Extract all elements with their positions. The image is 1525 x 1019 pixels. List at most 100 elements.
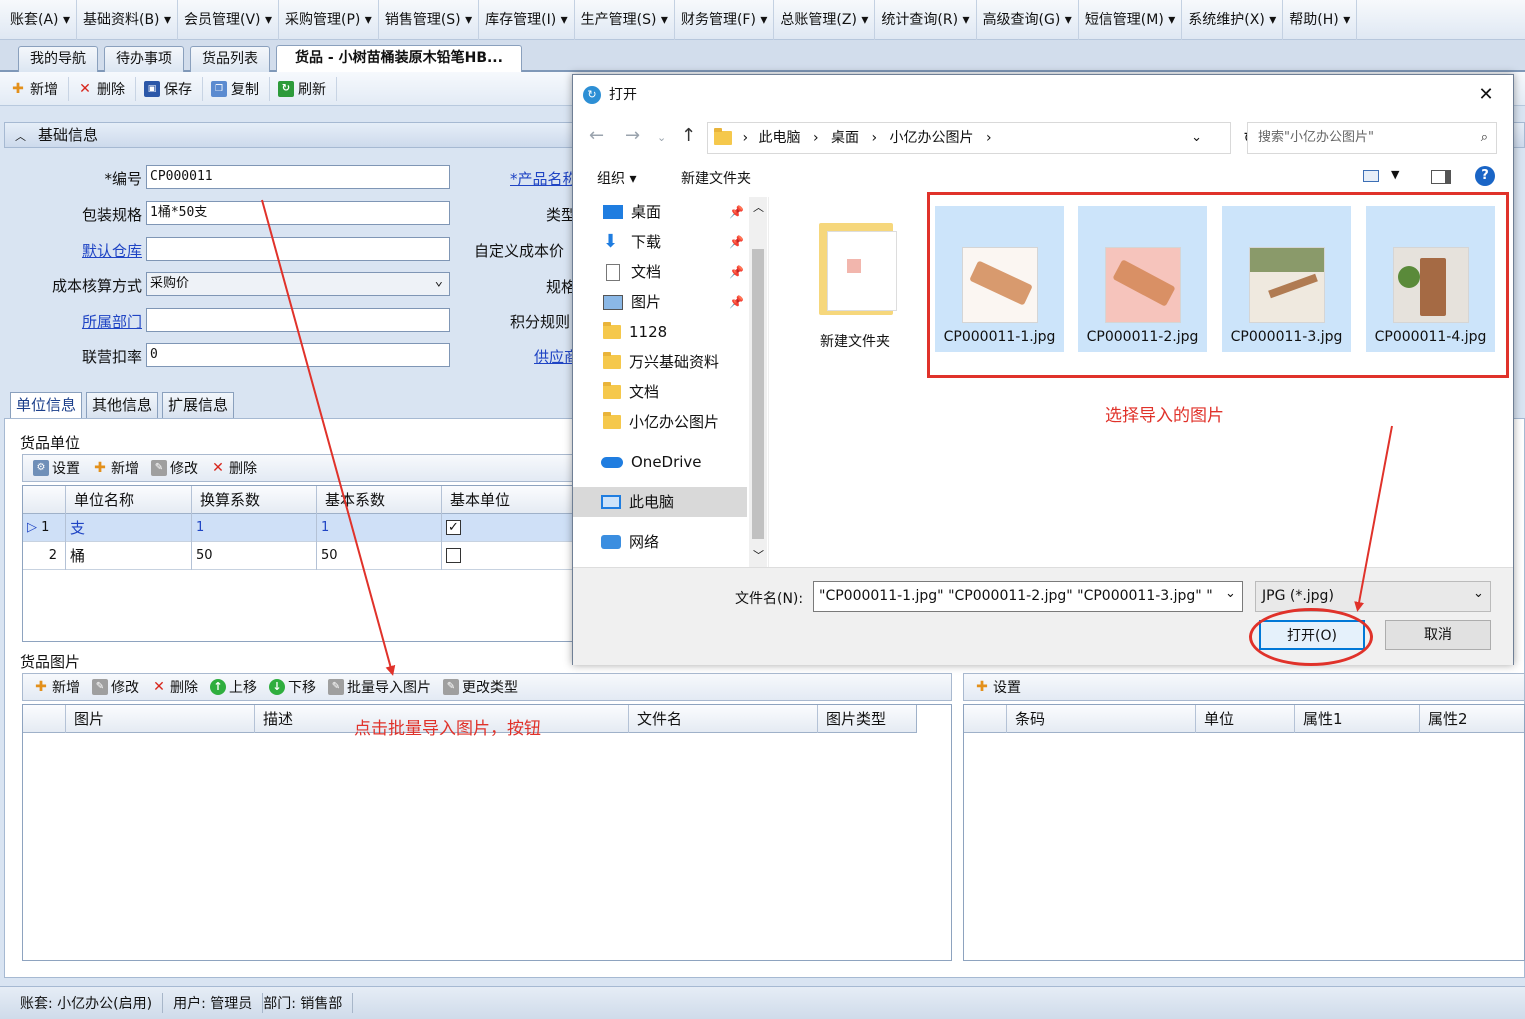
change-type-button[interactable]: ✎ 更改类型 — [437, 677, 524, 697]
help-icon[interactable]: ? — [1475, 166, 1495, 186]
menu-help[interactable]: 帮助(H) ▾ — [1283, 0, 1358, 40]
checkbox-checked[interactable]: ✓ — [446, 520, 461, 535]
col-filename[interactable]: 文件名 — [628, 705, 818, 733]
tab-unit-info[interactable]: 单位信息 — [10, 392, 82, 418]
breadcrumb-desktop[interactable]: 桌面 — [831, 130, 859, 146]
menu-ledger[interactable]: 总账管理(Z) ▾ — [774, 0, 876, 40]
tab-other-info[interactable]: 其他信息 — [86, 392, 158, 418]
cost-method-select[interactable]: 采购价 — [146, 270, 450, 296]
images-edit-button[interactable]: ✎ 修改 — [86, 677, 145, 697]
new-button[interactable]: ✚ 新增 — [8, 76, 69, 101]
search-box[interactable]: 搜索"小亿办公图片" ⌕ — [1247, 122, 1497, 154]
units-edit-button[interactable]: ✎ 修改 — [145, 458, 204, 478]
table-row[interactable]: 2 桶 50 50 — [23, 542, 581, 570]
discount-field[interactable]: 0 — [146, 343, 450, 367]
menu-stats[interactable]: 统计查询(R) ▾ — [875, 0, 977, 40]
menu-sales[interactable]: 销售管理(S) ▾ — [379, 0, 480, 40]
col-attr2[interactable]: 属性2 — [1419, 705, 1525, 733]
tree-item-desktop[interactable]: 桌面 📌 — [603, 197, 744, 227]
units-settings-button[interactable]: ⚙ 设置 — [27, 458, 86, 478]
tree-item-docs-folder[interactable]: 文档 — [603, 377, 659, 407]
spec-field[interactable]: 1桶*50支 — [146, 201, 450, 225]
recent-dropdown-icon[interactable]: ⌄ — [657, 131, 666, 144]
col-base-factor[interactable]: 基本系数 — [316, 486, 442, 514]
units-delete-button[interactable]: ✕ 删除 — [204, 458, 263, 478]
tree-item-documents[interactable]: 文档 📌 — [603, 257, 744, 287]
base-unit-cell[interactable]: ✓ — [441, 514, 583, 542]
unit-name-cell[interactable]: 桶 — [65, 542, 191, 570]
code-field[interactable]: CP000011 — [146, 165, 450, 189]
breadcrumb-folder[interactable]: 小亿办公图片 — [890, 130, 974, 146]
tree-item-onedrive[interactable]: OneDrive — [601, 447, 702, 477]
table-row[interactable]: ▷ 1 支 1 1 ✓ — [23, 514, 581, 542]
chevron-down-icon[interactable]: ▼ — [1391, 168, 1399, 181]
address-bar[interactable]: › 此电脑 › 桌面 › 小亿办公图片 › ⌄ ↻ — [707, 122, 1256, 154]
delete-button[interactable]: ✕ 删除 — [75, 76, 136, 101]
chevron-down-icon[interactable]: ⌄ — [1473, 586, 1484, 601]
batch-import-images-button[interactable]: ✎ 批量导入图片 — [322, 677, 437, 697]
tree-item-wanxing[interactable]: 万兴基础资料 — [603, 347, 719, 377]
breadcrumb-this-pc[interactable]: 此电脑 — [759, 130, 801, 146]
tree-item-pictures[interactable]: 图片 📌 — [603, 287, 744, 317]
tree-item-network[interactable]: 网络 — [601, 527, 659, 557]
barcode-settings-button[interactable]: ✚ 设置 — [968, 677, 1027, 697]
chevron-down-icon[interactable]: ⌄ — [1191, 123, 1202, 153]
images-delete-button[interactable]: ✕ 删除 — [145, 677, 204, 697]
menu-production[interactable]: 生产管理(S) ▾ — [575, 0, 675, 40]
forward-arrow-icon[interactable]: → — [625, 125, 640, 146]
menu-sms[interactable]: 短信管理(M) ▾ — [1079, 0, 1183, 40]
chevron-down-icon[interactable]: ﹀ — [753, 547, 764, 563]
scrollbar-thumb[interactable] — [752, 249, 764, 539]
base-factor-cell[interactable]: 1 — [316, 514, 441, 542]
view-mode-icon[interactable] — [1363, 170, 1379, 182]
tab-extended-info[interactable]: 扩展信息 — [162, 392, 234, 418]
tab-product-detail[interactable]: 货品 - 小树苗桶装原木铅笔HB... — [276, 45, 522, 73]
chevron-up-icon[interactable]: ︿ — [753, 199, 764, 215]
save-button[interactable]: ▣ 保存 — [142, 76, 203, 101]
folder-tile[interactable]: 新建文件夹 — [805, 213, 905, 353]
col-attr1[interactable]: 属性1 — [1294, 705, 1420, 733]
menu-account[interactable]: 账套(A) ▾ — [4, 0, 77, 40]
tree-scrollbar[interactable]: ︿ ﹀ — [749, 197, 767, 567]
menu-purchase[interactable]: 采购管理(P) ▾ — [279, 0, 379, 40]
up-arrow-icon[interactable]: ↑ — [681, 125, 696, 146]
units-new-button[interactable]: ✚ 新增 — [86, 458, 145, 478]
base-unit-cell[interactable] — [441, 542, 583, 570]
images-move-up-button[interactable]: ↑ 上移 — [204, 677, 263, 697]
col-factor[interactable]: 换算系数 — [191, 486, 317, 514]
col-image-type[interactable]: 图片类型 — [817, 705, 917, 733]
menu-member[interactable]: 会员管理(V) ▾ — [178, 0, 279, 40]
chevron-down-icon[interactable]: ⌄ — [1225, 586, 1236, 601]
tree-item-this-pc[interactable]: 此电脑 — [573, 487, 747, 517]
supplier-link[interactable]: 供应商 — [534, 346, 576, 367]
close-icon[interactable]: ✕ — [1471, 75, 1501, 115]
filename-input[interactable]: "CP000011-1.jpg" "CP000011-2.jpg" "CP000… — [813, 581, 1243, 612]
cancel-button[interactable]: 取消 — [1385, 620, 1491, 650]
images-new-button[interactable]: ✚ 新增 — [27, 677, 86, 697]
factor-cell[interactable]: 1 — [191, 514, 316, 542]
file-type-select[interactable]: JPG (*.jpg) — [1255, 581, 1491, 612]
tree-item-1128[interactable]: 1128 — [603, 317, 667, 347]
base-factor-cell[interactable]: 50 — [316, 542, 441, 570]
col-base-unit[interactable]: 基本单位 — [441, 486, 583, 514]
refresh-button[interactable]: ↻ 刷新 — [276, 76, 337, 101]
menu-basic-data[interactable]: 基础资料(B) ▾ — [77, 0, 178, 40]
images-move-down-button[interactable]: ↓ 下移 — [263, 677, 322, 697]
menu-system[interactable]: 系统维护(X) ▾ — [1182, 0, 1284, 40]
department-link[interactable]: 所属部门 — [50, 311, 142, 332]
checkbox-unchecked[interactable] — [446, 548, 461, 563]
col-barcode[interactable]: 条码 — [1006, 705, 1196, 733]
tree-item-downloads[interactable]: ⬇ 下载 📌 — [603, 227, 744, 257]
factor-cell[interactable]: 50 — [191, 542, 316, 570]
col-unit[interactable]: 单位 — [1195, 705, 1295, 733]
organize-button[interactable]: 组织 ▾ — [597, 168, 636, 188]
new-folder-button[interactable]: 新建文件夹 — [681, 168, 751, 188]
tab-product-list[interactable]: 货品列表 — [190, 46, 270, 72]
menu-inventory[interactable]: 库存管理(I) ▾ — [479, 0, 575, 40]
back-arrow-icon[interactable]: ← — [589, 125, 604, 146]
tab-my-nav[interactable]: 我的导航 — [18, 46, 98, 72]
warehouse-link[interactable]: 默认仓库 — [50, 240, 142, 261]
warehouse-field[interactable] — [146, 237, 450, 261]
col-unit-name[interactable]: 单位名称 — [65, 486, 193, 514]
menu-finance[interactable]: 财务管理(F) ▾ — [675, 0, 775, 40]
